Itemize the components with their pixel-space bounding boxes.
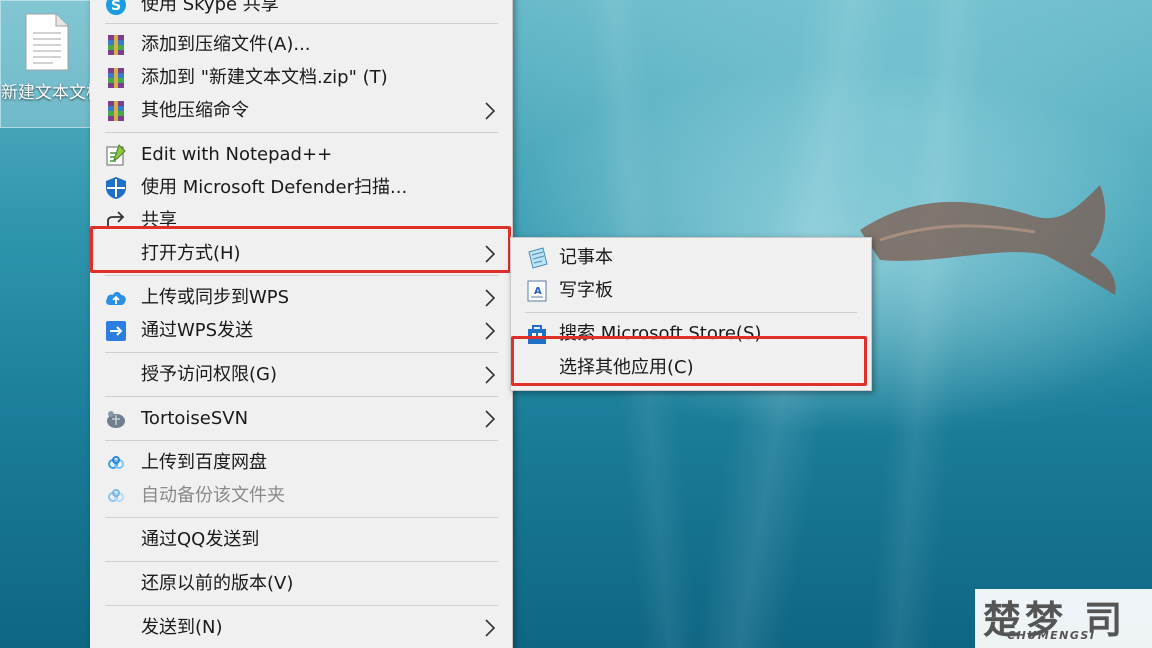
menu-separator — [105, 440, 498, 441]
choose-other-app-highlight-box — [511, 336, 867, 386]
menu-item-send-to[interactable]: 发送到(N) — [90, 613, 512, 643]
wps-cloud-upload-icon — [106, 292, 126, 305]
submenu-item-notepad[interactable]: 记事本 — [511, 243, 871, 273]
menu-item-add-to-zip[interactable]: 添加到 "新建文本文档.zip" (T) — [90, 63, 512, 93]
chevron-right-icon — [485, 410, 496, 428]
notepadpp-icon — [106, 144, 126, 166]
menu-item-restore-previous[interactable]: 还原以前的版本(V) — [90, 569, 512, 599]
tortoisesvn-icon — [107, 411, 125, 428]
menu-item-edit-notepadpp[interactable]: Edit with Notepad++ — [90, 140, 512, 170]
chevron-right-icon — [485, 102, 496, 120]
context-menu: S 使用 Skype 共享 添加到压缩文件(A)... 添加到 "新建文本文档.… — [90, 0, 513, 648]
chevron-right-icon — [485, 289, 496, 307]
menu-separator — [105, 275, 498, 276]
menu-item-tortoisesvn[interactable]: TortoiseSVN — [90, 404, 512, 434]
menu-separator — [105, 561, 498, 562]
text-document-icon — [25, 13, 69, 71]
menu-item-send-via-qq[interactable]: 通过QQ发送到 — [90, 525, 512, 555]
desktop-file-icon[interactable]: 新建文本文档.txt — [0, 0, 92, 128]
notepad-icon — [528, 247, 548, 269]
winrar-icon — [108, 68, 124, 88]
watermark-logo: 楚梦 司 CHUMENGSI — [975, 589, 1152, 648]
svg-text:A: A — [534, 286, 542, 297]
menu-item-wps-upload-sync[interactable]: 上传或同步到WPS — [90, 283, 512, 313]
winrar-icon — [108, 101, 124, 121]
menu-item-skype-share[interactable]: S 使用 Skype 共享 — [90, 0, 512, 20]
menu-item-baidu-upload[interactable]: 上传到百度网盘 — [90, 448, 512, 478]
menu-item-grant-access[interactable]: 授予访问权限(G) — [90, 360, 512, 390]
baidu-netdisk-icon — [108, 489, 124, 502]
wps-send-icon — [106, 321, 126, 341]
winrar-icon — [108, 35, 124, 55]
baidu-netdisk-icon — [108, 456, 124, 469]
menu-item-wps-send[interactable]: 通过WPS发送 — [90, 316, 512, 346]
svg-text:S: S — [111, 0, 121, 14]
skype-icon: S — [106, 0, 126, 15]
menu-item-baidu-auto-backup: 自动备份该文件夹 — [90, 481, 512, 511]
menu-separator — [105, 605, 498, 606]
chevron-right-icon — [485, 619, 496, 637]
wordpad-icon: A — [527, 280, 547, 302]
submenu-separator — [525, 312, 857, 313]
defender-shield-icon — [106, 177, 126, 199]
menu-separator — [105, 132, 498, 133]
menu-item-add-to-archive[interactable]: 添加到压缩文件(A)... — [90, 30, 512, 60]
menu-separator — [105, 396, 498, 397]
menu-separator — [105, 517, 498, 518]
chevron-right-icon — [485, 366, 496, 384]
submenu-item-wordpad[interactable]: A 写字板 — [511, 276, 871, 306]
chevron-right-icon — [485, 322, 496, 340]
open-with-highlight-box — [90, 226, 511, 273]
menu-separator — [105, 23, 498, 24]
desktop-file-name: 新建文本文档.txt — [1, 83, 91, 103]
menu-separator — [105, 352, 498, 353]
menu-item-defender-scan[interactable]: 使用 Microsoft Defender扫描... — [90, 173, 512, 203]
wallpaper-mermaid-tail — [860, 185, 1116, 295]
menu-item-other-compress[interactable]: 其他压缩命令 — [90, 96, 512, 126]
